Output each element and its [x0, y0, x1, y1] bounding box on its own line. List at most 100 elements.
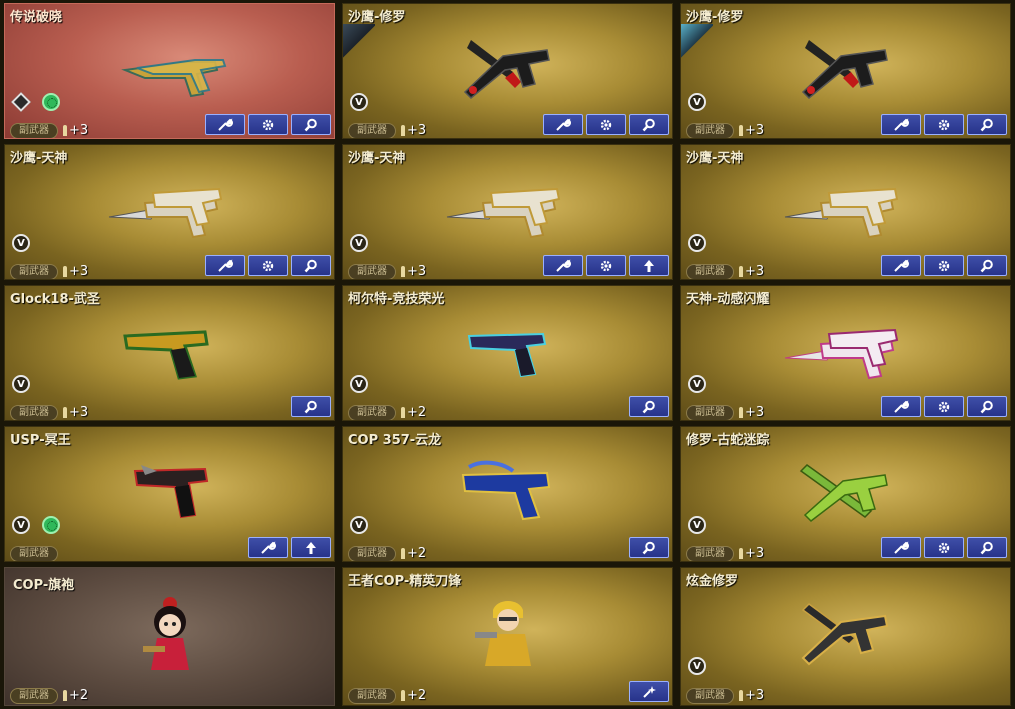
search-icon [642, 541, 655, 554]
slot-tag: 副武器 [10, 263, 58, 279]
weapon-title: COP-旗袍 [13, 578, 75, 593]
weapon-card[interactable]: 沙鹰-天神 V 副武器 +3 [4, 144, 335, 280]
search-icon [304, 259, 317, 272]
weapon-title: USP-冥王 [10, 433, 71, 448]
weapon-card[interactable]: 王者COP-精英刀锋 副武器 +2 [342, 567, 673, 706]
modify-button[interactable] [205, 255, 245, 276]
inspect-button[interactable] [629, 114, 669, 135]
search-icon [980, 118, 993, 131]
special-button[interactable] [629, 681, 669, 702]
weapon-title: 炫金修罗 [686, 574, 739, 589]
settings-button[interactable] [924, 114, 964, 135]
weapon-card[interactable]: 修罗-古蛇迷踪 V 副武器 +3 [680, 426, 1011, 562]
inspect-button[interactable] [291, 114, 331, 135]
ammo-bonus: +2 [407, 688, 427, 703]
slot-tag: 副武器 [10, 122, 58, 138]
gear-icon [938, 401, 950, 412]
ammo-icon [401, 690, 405, 701]
weapon-card[interactable]: 沙鹰-天神 V 副武器 +3 [342, 144, 673, 280]
gear-icon [938, 119, 950, 130]
inspect-button[interactable] [291, 255, 331, 276]
corner-ribbon [343, 24, 375, 66]
modify-button[interactable] [881, 114, 921, 135]
settings-button[interactable] [924, 255, 964, 276]
weapon-card[interactable]: Glock18-武圣 V 副武器 +3 [4, 285, 335, 421]
weapon-card[interactable]: 柯尔特-竞技荣光 V 副武器 +2 [342, 285, 673, 421]
modify-button[interactable] [205, 114, 245, 135]
weapon-card[interactable]: 炫金修罗 V 副武器 +3 [680, 567, 1011, 706]
gear-icon [600, 119, 612, 130]
modify-button[interactable] [881, 255, 921, 276]
weapon-card[interactable]: COP 357-云龙 V 副武器 +2 [342, 426, 673, 562]
weapon-title: 天神-动感闪耀 [686, 292, 770, 307]
weapon-card[interactable]: 沙鹰-天神 V 副武器 +3 [680, 144, 1011, 280]
weapon-title: COP 357-云龙 [348, 433, 442, 448]
weapon-card[interactable]: USP-冥王 V 副武器 [4, 426, 335, 562]
wrench-icon [556, 258, 571, 272]
inspect-button[interactable] [967, 396, 1007, 417]
inspect-button[interactable] [967, 114, 1007, 135]
settings-button[interactable] [586, 255, 626, 276]
vip-badge-icon: V [688, 234, 706, 252]
weapon-card[interactable]: 沙鹰-修罗 V 副武器 +3 [680, 3, 1011, 139]
settings-button[interactable] [924, 396, 964, 417]
modify-button[interactable] [248, 537, 288, 558]
ammo-bonus: +3 [745, 123, 765, 138]
wrench-icon [556, 117, 571, 131]
ammo-bonus: +2 [407, 546, 427, 561]
search-icon [980, 259, 993, 272]
settings-button[interactable] [586, 114, 626, 135]
slot-tag: 副武器 [348, 545, 396, 561]
ammo-icon [63, 266, 67, 277]
pistol-image [133, 465, 209, 519]
gear-icon [262, 119, 274, 130]
inspect-button[interactable] [967, 537, 1007, 558]
settings-button[interactable] [248, 114, 288, 135]
upgrade-button[interactable] [629, 255, 669, 276]
ammo-bonus: +2 [69, 688, 89, 703]
ammo-icon [401, 407, 405, 418]
inspect-button[interactable] [629, 537, 669, 558]
wrench-icon [894, 399, 909, 413]
vip-badge-icon: V [350, 375, 368, 393]
gear-icon [938, 260, 950, 271]
wrench-icon [261, 540, 276, 554]
settings-button[interactable] [248, 255, 288, 276]
slot-tag: 副武器 [348, 687, 396, 704]
legend-rank-icon [11, 92, 31, 112]
modify-button[interactable] [543, 114, 583, 135]
weapon-title: 修罗-古蛇迷踪 [686, 433, 770, 448]
settings-button[interactable] [924, 537, 964, 558]
ammo-icon [739, 266, 743, 277]
upgrade-button[interactable] [291, 537, 331, 558]
pistol-image [108, 187, 223, 239]
pistol-image [784, 187, 899, 239]
gear-icon [938, 542, 950, 553]
modify-button[interactable] [543, 255, 583, 276]
weapon-card[interactable]: 沙鹰-修罗 V 副武器 +3 [342, 3, 673, 139]
ammo-icon [739, 548, 743, 559]
wrench-icon [894, 258, 909, 272]
modify-button[interactable] [881, 396, 921, 417]
ammo-icon [739, 407, 743, 418]
weapon-card[interactable]: 传说破晓 副武器 +3 [4, 3, 335, 139]
weapon-card[interactable]: 天神-动感闪耀 V 副武器 +3 [680, 285, 1011, 421]
ammo-bonus: +3 [69, 405, 89, 420]
inspect-button[interactable] [967, 255, 1007, 276]
weapon-title: 王者COP-精英刀锋 [348, 574, 462, 589]
ammo-bonus: +3 [745, 264, 765, 279]
pistol-image [463, 40, 550, 100]
ammo-bonus: +3 [745, 688, 765, 703]
character-image [143, 597, 189, 670]
vip-badge-icon: V [12, 234, 30, 252]
pistol-image [123, 330, 209, 380]
inspect-button[interactable] [629, 396, 669, 417]
modify-button[interactable] [881, 537, 921, 558]
slot-tag: 副武器 [348, 263, 396, 279]
green-emblem-icon [42, 93, 60, 111]
inspect-button[interactable] [291, 396, 331, 417]
pistol-image [799, 464, 888, 522]
ammo-icon [739, 690, 743, 701]
search-icon [304, 118, 317, 131]
weapon-card[interactable]: COP-旗袍 副武器 +2 [4, 567, 335, 706]
